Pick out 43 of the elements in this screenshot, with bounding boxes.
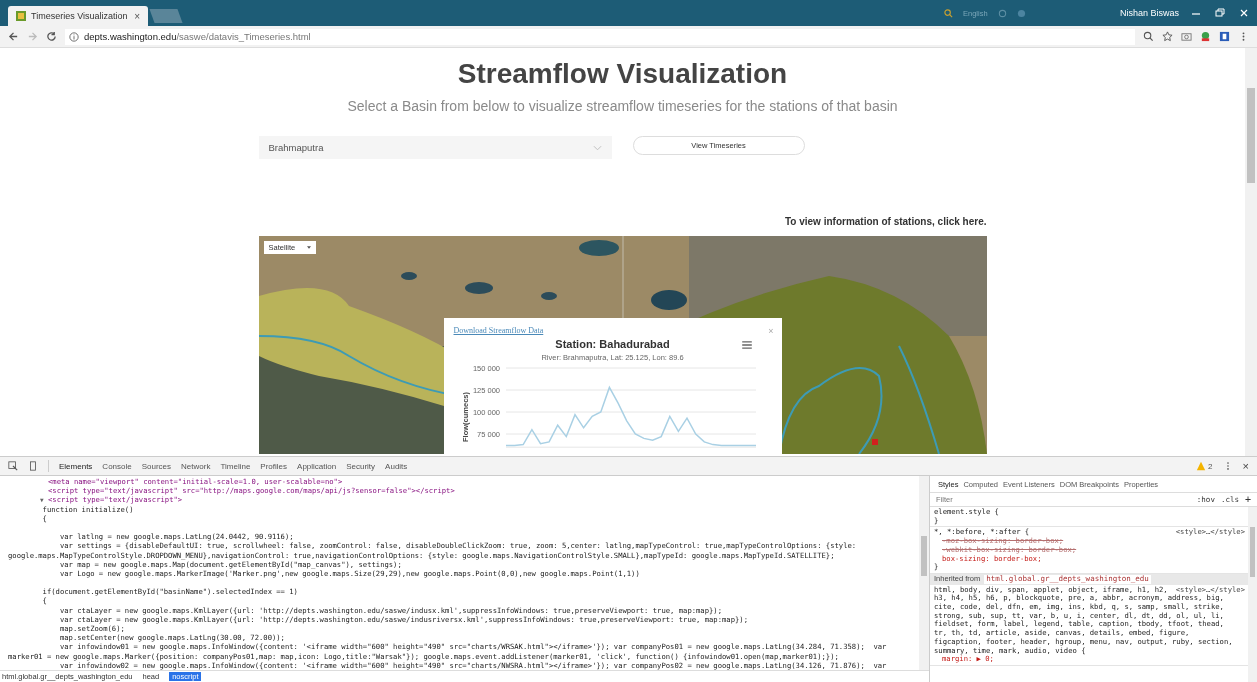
devtools-tab[interactable]: Console xyxy=(102,461,132,471)
restore-icon[interactable] xyxy=(1213,6,1227,20)
page-title: Streamflow Visualization xyxy=(457,58,788,90)
address-bar[interactable]: depts.washington.edu/saswe/datavis_Timeseries.html xyxy=(65,28,1135,45)
page-subtitle: Select a Basin from below to visualize streamflow timeseries for the stations of that basin xyxy=(347,98,898,114)
warning-count[interactable]: 2 xyxy=(1208,461,1213,471)
browser-tab[interactable]: Timeseries Visualization × xyxy=(8,6,148,26)
reload-icon[interactable] xyxy=(46,31,57,42)
chevron-icon xyxy=(592,144,602,151)
profile-button[interactable]: Nishan Biswas xyxy=(1113,6,1185,20)
camera-icon[interactable] xyxy=(1181,31,1192,42)
close-tab-button[interactable]: × xyxy=(134,10,140,22)
menu-icon[interactable] xyxy=(741,341,752,349)
devtools-tab[interactable]: Application xyxy=(297,461,337,471)
back-icon[interactable] xyxy=(8,31,19,42)
inspect-icon[interactable] xyxy=(8,461,18,471)
devtools-tab[interactable]: Profiles xyxy=(260,461,288,471)
basin-select[interactable]: Brahmaputra xyxy=(258,136,612,159)
devtools-tab[interactable]: Timeline xyxy=(220,461,251,471)
devtools-tab[interactable]: Security xyxy=(346,461,376,471)
device-icon[interactable] xyxy=(28,461,38,471)
download-link[interactable]: Download Streamflow Data xyxy=(453,326,544,336)
scrollbar-thumb[interactable] xyxy=(921,536,927,576)
favicon-icon xyxy=(16,11,26,21)
map-marker[interactable] xyxy=(871,439,878,445)
stations-info-link[interactable]: To view information of stations, click here. xyxy=(784,216,987,227)
search-icon[interactable] xyxy=(944,8,953,18)
zoom-icon[interactable] xyxy=(1143,31,1154,42)
scrollbar-thumb[interactable] xyxy=(1247,88,1255,183)
info-icon xyxy=(69,31,79,42)
new-rule-button[interactable]: + xyxy=(1244,494,1251,505)
devtools-tab[interactable]: Elements xyxy=(59,461,93,471)
bookmark-square-icon[interactable] xyxy=(1219,31,1230,42)
close-devtools-button[interactable]: × xyxy=(1242,460,1249,472)
circle-icon[interactable] xyxy=(997,8,1007,18)
star-icon[interactable] xyxy=(1162,31,1173,42)
devtools-tab[interactable]: Sources xyxy=(141,461,172,471)
chart-title: Station: Bahadurabad xyxy=(555,338,670,350)
extension-icon[interactable] xyxy=(1200,31,1211,42)
caret-icon xyxy=(307,246,312,249)
devtools-tab[interactable]: Audits xyxy=(385,461,408,471)
scrollbar-thumb[interactable] xyxy=(1250,527,1255,577)
devtools-tab[interactable]: Network xyxy=(181,461,211,471)
